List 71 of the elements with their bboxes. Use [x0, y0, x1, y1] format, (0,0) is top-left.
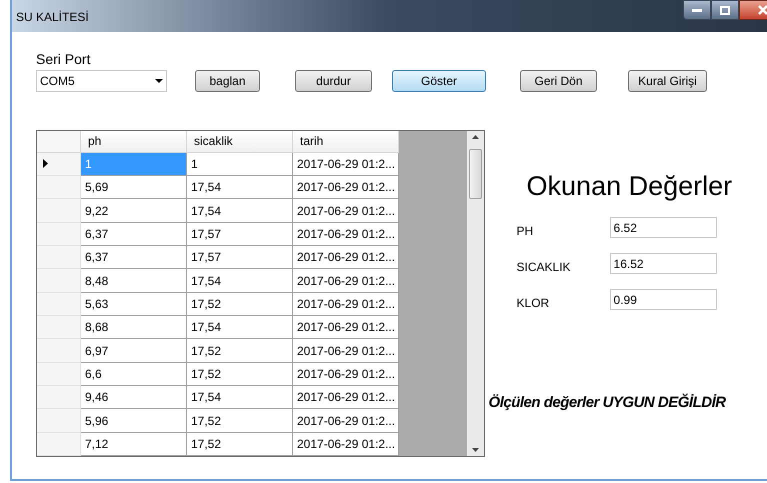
- table-cell: 5,96: [81, 409, 187, 433]
- table-cell: 17,52: [187, 292, 293, 316]
- reading-label: PH: [516, 223, 534, 240]
- vertical-scrollbar[interactable]: [466, 131, 484, 456]
- window-title: SU KALİTESİ: [16, 9, 89, 26]
- table-cell: 2017-06-29 01:2...: [293, 152, 399, 176]
- minimize-icon: [692, 8, 702, 12]
- table-cell: 2017-06-29 01:2...: [293, 432, 399, 456]
- table-cell: 2017-06-29 01:2...: [293, 246, 399, 270]
- table-cell: 17,57: [187, 222, 293, 246]
- current-row-icon: [43, 159, 48, 168]
- table-cell: 17,54: [187, 386, 293, 410]
- table-cell: 17,52: [187, 432, 293, 456]
- table-cell: 2017-06-29 01:2...: [293, 176, 399, 200]
- table-cell: 2017-06-29 01:2...: [293, 339, 399, 363]
- table-cell: 5,69: [81, 176, 187, 200]
- table-cell: 9,46: [81, 386, 187, 410]
- table-cell: 17,54: [187, 316, 293, 340]
- maximize-button[interactable]: [711, 0, 739, 20]
- reading-field[interactable]: 0.99: [610, 288, 717, 310]
- dropdown-arrow-icon: [155, 79, 163, 83]
- corner-header: [37, 131, 81, 153]
- column-header[interactable]: ph: [81, 131, 187, 153]
- reading-label: KLOR: [516, 295, 550, 312]
- minimize-button[interactable]: [683, 0, 711, 20]
- column-header[interactable]: tarih: [293, 131, 399, 153]
- action-button[interactable]: Göster: [392, 70, 486, 92]
- table-cell: 7,12: [81, 432, 187, 456]
- table-cell: 2017-06-29 01:2...: [293, 386, 399, 410]
- scroll-down-icon: [472, 448, 479, 452]
- action-button[interactable]: Geri Dön: [520, 70, 597, 92]
- table-cell: 2017-06-29 01:2...: [293, 292, 399, 316]
- close-icon: [758, 5, 767, 15]
- table-cell: 1: [81, 152, 187, 176]
- column-header[interactable]: sicaklik: [187, 131, 293, 153]
- table-cell: 17,57: [187, 246, 293, 270]
- table-cell: 2017-06-29 01:2...: [293, 409, 399, 433]
- table-cell: 8,68: [81, 316, 187, 340]
- table-cell: 17,54: [187, 199, 293, 223]
- table-cell: 5,63: [81, 292, 187, 316]
- table-cell: 17,54: [187, 269, 293, 293]
- action-button[interactable]: durdur: [295, 70, 372, 92]
- maximize-icon: [720, 6, 730, 14]
- verdict-message: Ölçülen değerler UYGUN DEĞİLDİR: [488, 392, 727, 413]
- row-header[interactable]: [37, 152, 81, 176]
- reading-field[interactable]: 16.52: [610, 252, 717, 274]
- table-cell: 6,37: [81, 222, 187, 246]
- table-cell: 6,6: [81, 362, 187, 386]
- table-cell: 2017-06-29 01:2...: [293, 269, 399, 293]
- reading-label: SICAKLIK: [516, 259, 572, 276]
- port-label: Seri Port: [36, 52, 92, 66]
- table-cell: 1: [187, 152, 293, 176]
- reading-field[interactable]: 6.52: [610, 216, 717, 238]
- table-cell: 6,97: [81, 339, 187, 363]
- table-cell: 2017-06-29 01:2...: [293, 199, 399, 223]
- scroll-thumb[interactable]: [468, 149, 482, 199]
- table-cell: 17,52: [187, 339, 293, 363]
- table-cell: 17,52: [187, 409, 293, 433]
- table-cell: 17,52: [187, 362, 293, 386]
- action-button[interactable]: Kural Girişi: [628, 70, 707, 92]
- table-cell: 2017-06-29 01:2...: [293, 316, 399, 340]
- table-cell: 2017-06-29 01:2...: [293, 222, 399, 246]
- action-button[interactable]: baglan: [195, 70, 260, 92]
- table-cell: 6,37: [81, 246, 187, 270]
- table-cell: 9,22: [81, 199, 187, 223]
- port-dropdown[interactable]: COM5: [36, 70, 167, 92]
- scroll-up-icon: [472, 135, 479, 139]
- table-cell: 2017-06-29 01:2...: [293, 362, 399, 386]
- readings-title: Okunan Değerler: [526, 173, 734, 200]
- table-cell: 8,48: [81, 269, 187, 293]
- table-cell: 17,54: [187, 176, 293, 200]
